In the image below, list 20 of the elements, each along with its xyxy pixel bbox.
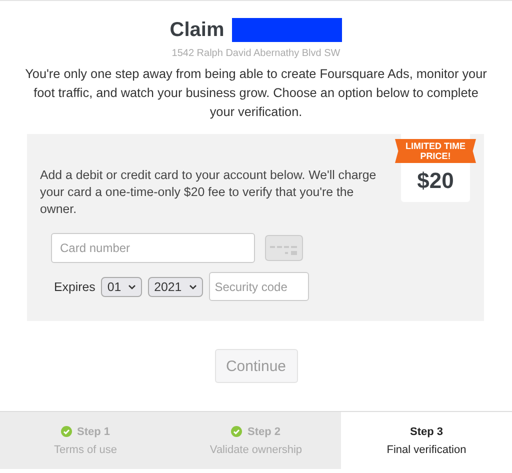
step-title: Step 1 — [76, 426, 110, 438]
expires-label: Expires — [54, 280, 96, 294]
year-select[interactable]: 2021 — [148, 276, 203, 296]
page-title: Claim — [170, 18, 224, 42]
price-amount: $20 — [417, 168, 454, 194]
caret-icon — [188, 284, 197, 290]
step-subtitle: Terms of use — [54, 444, 117, 456]
price-ribbon: LIMITED TIME PRICE! — [395, 139, 476, 163]
intro-text: You're only one step away from being able to create Foursquare Ads, monitor your foot traffic, and watch your business grow. Choose an option below to complete your verification. — [24, 66, 488, 121]
step-title: Step 2 — [247, 426, 280, 438]
step-subtitle: Final verification — [386, 444, 466, 456]
caret-icon — [128, 284, 136, 290]
step-subtitle: Validate ownership — [210, 444, 302, 456]
step-title: Step 3 — [410, 426, 443, 438]
month-select[interactable]: 01 — [101, 276, 142, 296]
payment-description: Add a debit or credit card to your account below. We'll charge your card a one-time-only $20 fee to verify that you're the owner. — [40, 167, 378, 218]
security-code-field[interactable]: Security code — [208, 272, 309, 301]
credit-card-icon — [265, 235, 303, 261]
card-number-field[interactable]: Card number — [51, 233, 255, 263]
address-text: 1542 Ralph David Abernathy Blvd SW — [172, 48, 340, 59]
